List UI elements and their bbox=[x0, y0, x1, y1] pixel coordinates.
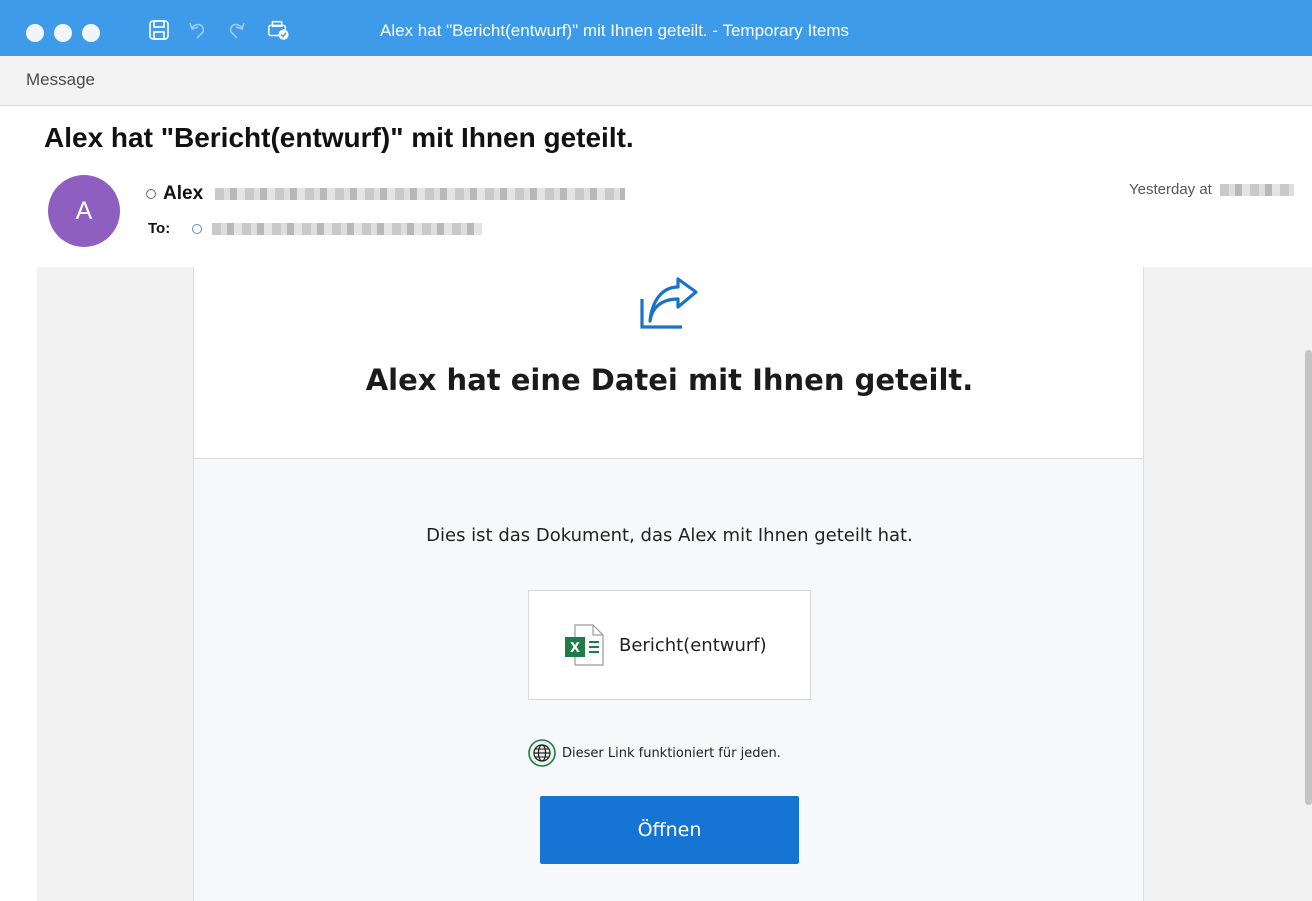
tab-message[interactable]: Message bbox=[26, 70, 95, 90]
window-title: Alex hat "Bericht(entwurf)" mit Ihnen ge… bbox=[380, 21, 850, 40]
sender-name[interactable]: Alex bbox=[163, 183, 203, 205]
redacted-sender-email bbox=[215, 188, 626, 200]
file-link-box[interactable]: X Bericht(entwurf) bbox=[528, 590, 811, 700]
date-label: Yesterday at bbox=[1129, 181, 1212, 198]
open-button[interactable]: Öffnen bbox=[540, 796, 799, 864]
minimize-window-button[interactable] bbox=[54, 24, 72, 42]
zoom-window-button[interactable] bbox=[82, 24, 100, 42]
undo-icon[interactable] bbox=[186, 18, 210, 42]
card-heading: Alex hat eine Datei mit Ihnen geteilt. bbox=[365, 363, 974, 397]
message-date: Yesterday at bbox=[1129, 181, 1294, 198]
presence-icon bbox=[146, 189, 156, 199]
globe-icon bbox=[528, 739, 556, 767]
to-label: To: bbox=[148, 220, 171, 237]
share-arrow-icon bbox=[634, 273, 704, 340]
scrollbar[interactable] bbox=[1305, 350, 1312, 805]
window-controls bbox=[26, 24, 100, 42]
window-titlebar: Alex hat "Bericht(entwurf)" mit Ihnen ge… bbox=[0, 0, 1312, 56]
recipient-presence-icon bbox=[192, 223, 203, 234]
excel-file-icon: X bbox=[563, 623, 605, 667]
share-card-content: Dies ist das Dokument, das Alex mit Ihne… bbox=[193, 459, 1144, 901]
card-description: Dies ist das Dokument, das Alex mit Ihne… bbox=[426, 525, 913, 546]
svg-text:X: X bbox=[570, 641, 580, 656]
close-window-button[interactable] bbox=[26, 24, 44, 42]
save-icon[interactable] bbox=[147, 18, 171, 42]
print-icon[interactable] bbox=[266, 18, 290, 42]
recipient-row: To: bbox=[148, 220, 483, 237]
message-subject: Alex hat "Bericht(entwurf)" mit Ihnen ge… bbox=[44, 122, 634, 153]
link-access-note: Dieser Link funktioniert für jeden. bbox=[528, 739, 781, 767]
share-card-header: Alex hat eine Datei mit Ihnen geteilt. bbox=[193, 267, 1144, 459]
ribbon: Message bbox=[0, 56, 1312, 106]
redacted-time bbox=[1219, 183, 1294, 196]
link-note-text: Dieser Link funktioniert für jeden. bbox=[562, 745, 781, 761]
redo-icon[interactable] bbox=[224, 18, 248, 42]
avatar[interactable]: A bbox=[48, 175, 120, 247]
file-name: Bericht(entwurf) bbox=[619, 634, 767, 656]
redacted-recipient-email bbox=[212, 222, 483, 235]
sender-row: Alex bbox=[146, 183, 626, 205]
